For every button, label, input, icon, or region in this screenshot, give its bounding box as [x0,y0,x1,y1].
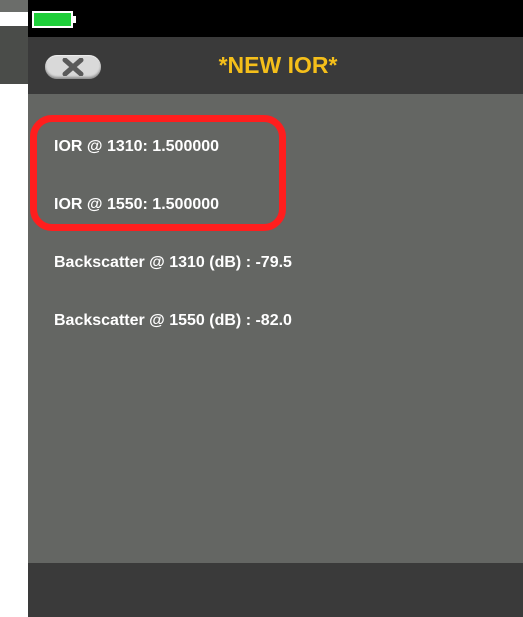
backscatter-1310-item[interactable]: Backscatter @ 1310 (dB) : -79.5 [54,253,292,273]
close-x-icon [62,58,84,76]
page-title: *NEW IOR* [218,52,338,78]
settings-panel: IOR @ 1310: 1.500000 IOR @ 1550: 1.50000… [28,94,523,563]
device-screen: *NEW IOR* IOR @ 1310: 1.500000 IOR @ 155… [28,0,523,617]
battery-icon [32,11,73,28]
background-window-edge-left [0,26,28,84]
battery-tip [73,16,76,23]
highlight-annotation [30,115,286,231]
backscatter-1550-item[interactable]: Backscatter @ 1550 (dB) : -82.0 [54,311,292,331]
status-bar [28,0,523,37]
background-strip [0,0,28,617]
header-bar: *NEW IOR* [28,37,523,94]
footer-bar [28,563,523,617]
back-button[interactable] [45,55,101,79]
